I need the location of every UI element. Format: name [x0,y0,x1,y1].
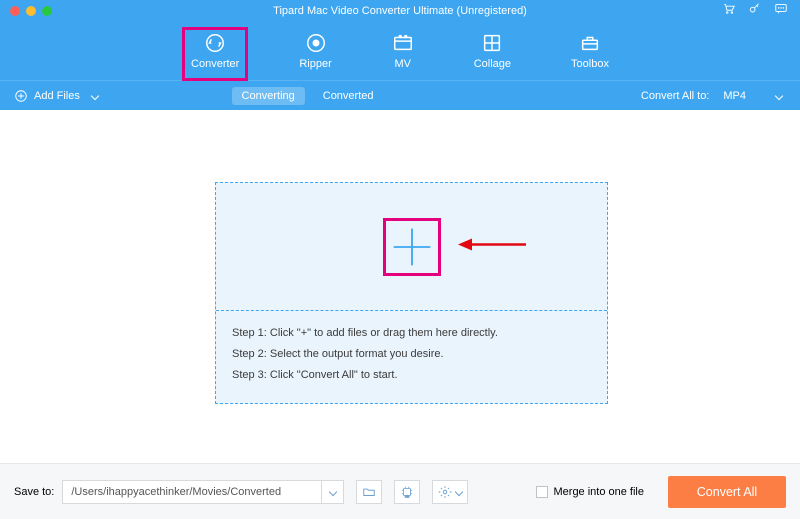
window-title: Tipard Mac Video Converter Ultimate (Unr… [273,5,527,17]
gear-icon [438,485,452,499]
title-bar: Tipard Mac Video Converter Ultimate (Unr… [0,0,800,22]
bottom-bar: Save to: /Users/ihappyacethinker/Movies/… [0,463,800,519]
chip-icon: ON [400,485,414,499]
tab-toolbox[interactable]: Toolbox [563,28,617,80]
open-folder-button[interactable] [356,480,382,504]
instruction-step-3: Step 3: Click "Convert All" to start. [232,365,591,386]
toolbar: Add Files Converting Converted Convert A… [0,80,800,110]
add-files-button[interactable]: Add Files [14,89,98,103]
instruction-step-2: Step 2: Select the output format you des… [232,344,591,365]
add-files-label: Add Files [34,90,80,102]
convert-all-to-section: Convert All to: MP4 [641,88,786,104]
tab-ripper[interactable]: Ripper [291,28,339,80]
svg-text:ON: ON [405,494,409,498]
instruction-step-1: Step 1: Click "+" to add files or drag t… [232,323,591,344]
filter-converting[interactable]: Converting [232,87,305,105]
tab-converter[interactable]: Converter [183,28,247,80]
header-actions [722,2,788,21]
save-path-field[interactable]: /Users/ihappyacethinker/Movies/Converted [62,480,322,504]
dropzone-upper[interactable] [216,183,607,311]
minimize-window-button[interactable] [26,6,36,16]
tab-collage[interactable]: Collage [466,28,519,80]
mv-icon [392,32,414,54]
tab-label: Ripper [299,58,331,70]
save-path-value: /Users/ihappyacethinker/Movies/Converted [71,486,281,498]
converter-icon [204,32,226,54]
chevron-down-icon [329,487,337,495]
cart-icon[interactable] [722,2,736,21]
save-to-section: Save to: /Users/ihappyacethinker/Movies/… [14,480,468,504]
tab-label: Converter [191,58,239,70]
output-format-value: MP4 [723,90,746,102]
main-area: Step 1: Click "+" to add files or drag t… [0,110,800,463]
save-path-dropdown-button[interactable] [322,480,344,504]
maximize-window-button[interactable] [42,6,52,16]
tab-label: MV [394,58,411,70]
chevron-down-icon [455,487,463,495]
output-format-dropdown[interactable]: MP4 [719,88,786,104]
merge-label: Merge into one file [554,486,645,498]
ripper-icon [305,32,327,54]
gpu-accel-button[interactable]: ON [394,480,420,504]
checkbox-icon [536,486,548,498]
feedback-icon[interactable] [774,2,788,21]
annotation-arrow [458,235,528,258]
chevron-down-icon [91,91,99,99]
collage-icon [481,32,503,54]
dropzone: Step 1: Click "+" to add files or drag t… [215,182,608,404]
convert-all-to-label: Convert All to: [641,90,709,102]
tab-label: Toolbox [571,58,609,70]
window-controls [10,6,52,16]
dropzone-instructions: Step 1: Click "+" to add files or drag t… [216,311,607,398]
plus-circle-icon [14,89,28,103]
toolbox-icon [579,32,601,54]
settings-button[interactable] [432,480,468,504]
close-window-button[interactable] [10,6,20,16]
folder-icon [362,485,376,499]
convert-all-button[interactable]: Convert All [668,476,786,508]
key-icon[interactable] [748,2,762,21]
merge-checkbox[interactable]: Merge into one file [536,486,645,498]
top-tabs: Converter Ripper MV Collage Toolbox [0,22,800,80]
queue-filter-tabs: Converting Converted [232,87,374,105]
tab-mv[interactable]: MV [384,28,422,80]
arrow-left-icon [458,235,528,253]
plus-icon [390,225,434,269]
chevron-down-icon [775,91,783,99]
filter-converted[interactable]: Converted [323,90,374,102]
convert-all-label: Convert All [697,485,757,499]
save-to-label: Save to: [14,486,54,498]
tab-label: Collage [474,58,511,70]
add-files-big-button[interactable] [386,221,438,273]
